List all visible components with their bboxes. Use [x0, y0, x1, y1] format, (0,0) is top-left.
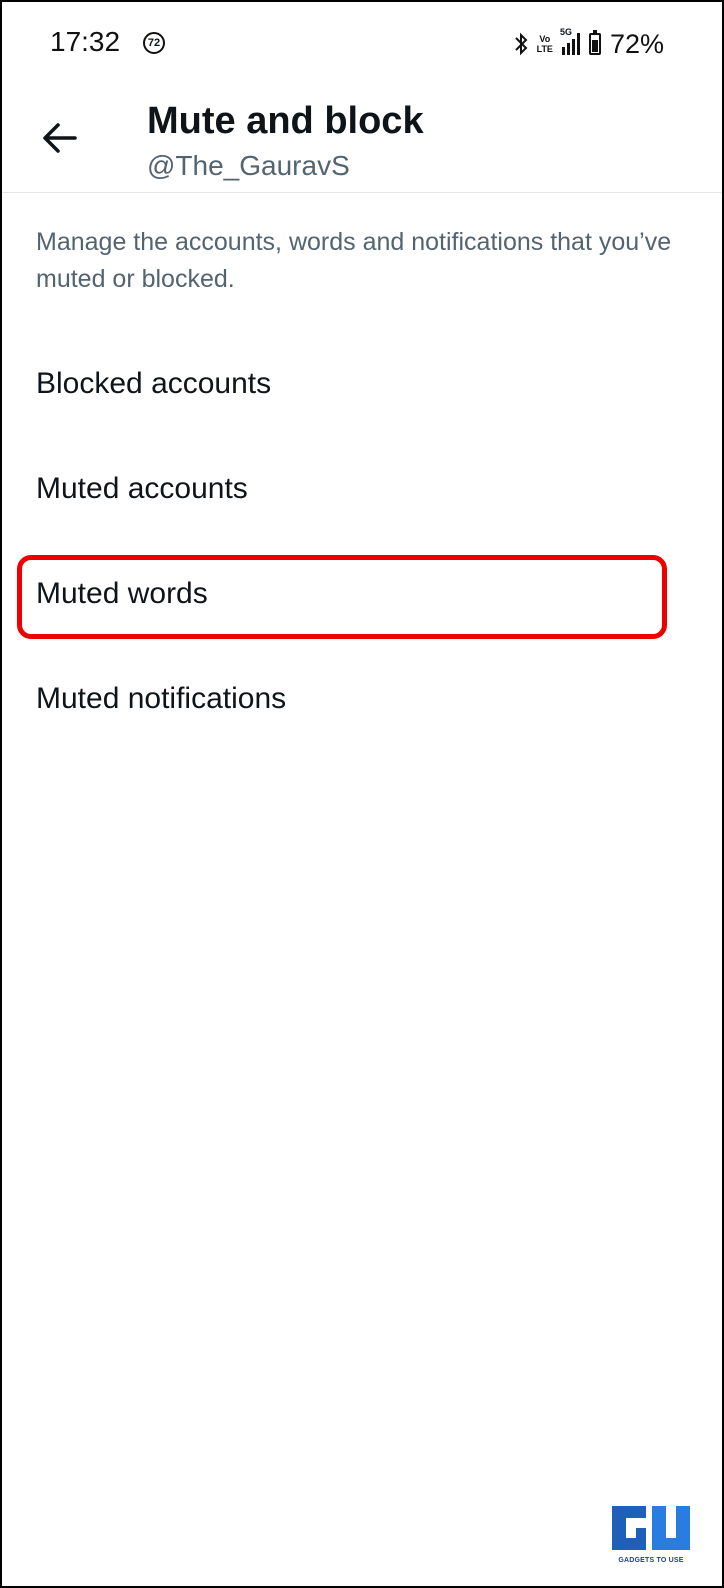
battery-percent: 72%	[609, 28, 664, 59]
gadgets-to-use-logo: GADGETS TO USE	[608, 1502, 694, 1564]
page-description: Manage the accounts, words and notificat…	[36, 228, 672, 293]
menu-item-label: Muted accounts	[36, 472, 248, 505]
status-bar: 17:32 72 Vo LTE 5G 72%	[2, 2, 722, 86]
header: Mute and block @The_GauravS	[2, 86, 722, 193]
menu-item-blocked-accounts[interactable]: Blocked accounts	[2, 332, 722, 436]
menu-item-muted-accounts[interactable]: Muted accounts	[2, 437, 722, 541]
signal-icon: 5G	[560, 27, 580, 55]
arrow-left-icon	[43, 123, 77, 153]
status-icons: Vo LTE 5G 72%	[514, 24, 664, 64]
volte-icon: Vo LTE	[536, 34, 553, 54]
status-time: 17:32	[50, 26, 121, 57]
menu-item-label: Blocked accounts	[36, 367, 272, 400]
page-title: Mute and block	[147, 100, 424, 142]
menu-item-label: Muted words	[36, 577, 208, 610]
menu-item-muted-notifications[interactable]: Muted notifications	[2, 647, 722, 751]
battery-icon	[588, 30, 601, 55]
watermark-text: GADGETS TO USE	[618, 1557, 684, 1564]
menu-item-label: Muted notifications	[36, 682, 287, 715]
back-button[interactable]	[32, 114, 86, 162]
app-screen: 17:32 72 Vo LTE 5G 72% Mute and block @T…	[0, 0, 724, 1588]
menu-item-muted-words[interactable]: Muted words	[2, 542, 722, 646]
bluetooth-icon	[514, 32, 528, 56]
account-handle: @The_GauravS	[147, 150, 350, 181]
notification-badge-icon: 72	[143, 32, 165, 54]
